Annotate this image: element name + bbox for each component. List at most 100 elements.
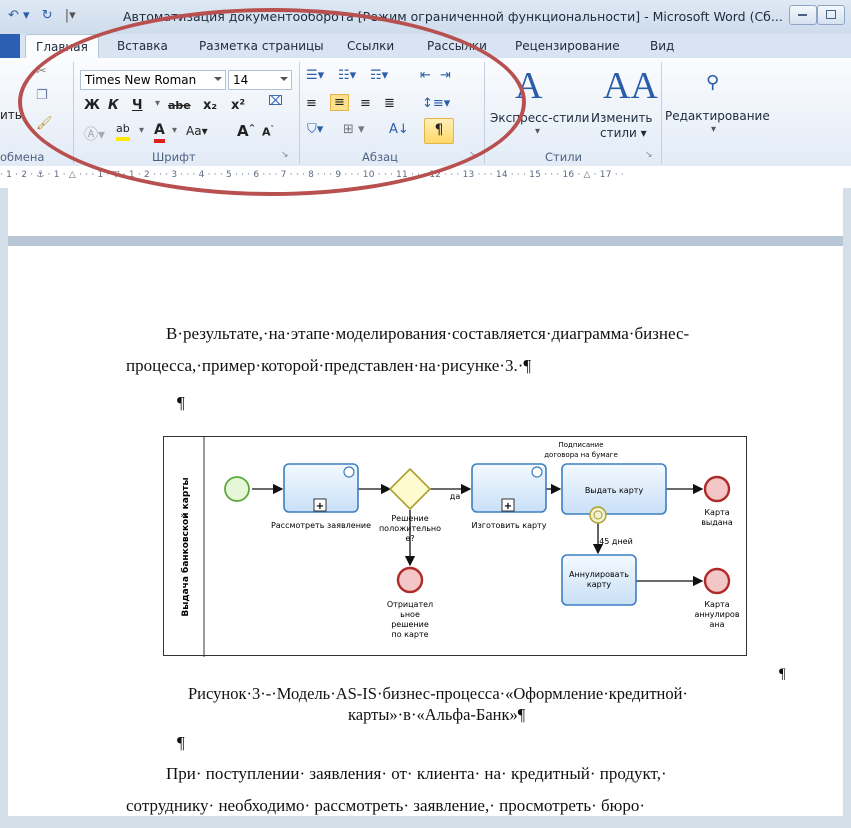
bullets-icon[interactable]: ☰▾ (306, 68, 324, 83)
end-negative-label-4: по карте (391, 630, 428, 639)
strikethrough-button[interactable]: abe (168, 99, 191, 112)
editing-dropdown-icon[interactable]: ▾ (711, 124, 716, 135)
right-paragraph-mark: ¶ (779, 666, 786, 682)
highlight-dropdown-icon[interactable]: ▾ (139, 125, 144, 136)
group-separator (73, 62, 74, 164)
paragraph-2-line-2: сотруднику· необходимо· рассмотреть· зая… (126, 796, 646, 815)
change-styles-button[interactable]: стили ▾ (600, 126, 647, 140)
decision-gateway (388, 467, 432, 511)
editing-button[interactable]: Редактирование (665, 109, 770, 123)
signing-label-2: договора на бумаге (544, 451, 618, 459)
express-styles-button[interactable]: Экспресс-стили (490, 111, 589, 125)
align-left-icon[interactable]: ≡ (306, 96, 317, 111)
end-cancelled-label-3: ана (709, 620, 724, 629)
task-cancel-label-1: Аннулировать (569, 570, 629, 579)
task-review-marker-icon (343, 466, 355, 478)
tab-references[interactable]: Ссылки (347, 39, 394, 53)
redo-icon[interactable]: ↻ (42, 8, 53, 23)
tab-page-layout[interactable]: Разметка страницы (199, 39, 324, 53)
copy-icon[interactable]: ❐ (36, 88, 48, 103)
window-title: Автоматизация документооборота [Режим ог… (123, 9, 783, 24)
paste-label[interactable]: ить (0, 108, 22, 122)
group-separator (299, 62, 300, 164)
bold-button[interactable]: Ж (84, 98, 100, 113)
tab-home[interactable]: Главная (25, 34, 99, 58)
end-issued-label-2: выдана (701, 518, 733, 527)
end-negative-label-2: ьное (400, 610, 420, 619)
sort-icon[interactable]: A↓ (389, 122, 409, 137)
tab-view[interactable]: Вид (650, 39, 674, 53)
undo-icon[interactable]: ↶ ▾ (8, 8, 30, 23)
ribbon: ✂ ❐ ить 🖌 обмена Times New Roman 14 Ж К … (0, 58, 851, 167)
shrink-font-button[interactable]: Aˇ (262, 125, 274, 139)
clear-formatting-icon[interactable]: ⌧ (268, 94, 283, 109)
group-separator (484, 62, 485, 164)
paragraph-2-line-1: При· поступлении· заявления· от· клиента… (166, 764, 667, 783)
minimize-button[interactable] (789, 5, 817, 25)
line-spacing-icon[interactable]: ↕≡▾ (422, 96, 450, 111)
title-bar: ↶ ▾ ↻ |▾ Автоматизация документооборота … (0, 0, 851, 35)
styles-dialog-launcher-icon[interactable]: ↘ (645, 150, 653, 160)
binoculars-icon[interactable]: ⚲ (706, 72, 719, 93)
caption-line-2: карты»·в·«Альфа-Банк»¶ (348, 705, 526, 724)
superscript-button[interactable]: x² (231, 98, 245, 113)
file-tab[interactable] (0, 34, 20, 58)
font-name-combo[interactable]: Times New Roman (80, 70, 226, 90)
tab-mailings[interactable]: Рассылки (427, 39, 487, 53)
decrease-indent-icon[interactable]: ⇤ (420, 68, 431, 83)
tab-review[interactable]: Рецензирование (515, 39, 620, 53)
justify-icon[interactable]: ≣ (384, 96, 395, 111)
maximize-button[interactable] (817, 5, 845, 25)
subscript-button[interactable]: x₂ (203, 98, 217, 113)
borders-icon[interactable]: ⊞ ▾ (343, 122, 365, 137)
font-size-combo[interactable]: 14 (228, 70, 292, 90)
previous-page-bottom (8, 188, 843, 236)
task-cancel-label-2: карту (587, 580, 611, 589)
chevron-down-icon (214, 77, 222, 81)
horizontal-ruler[interactable]: · 1 · 2 · ⚓ · 1 · △ · · · 1 · ▽ · 1 · 2 … (0, 166, 851, 189)
shading-icon[interactable]: ⛉▾ (307, 122, 323, 137)
numbering-icon[interactable]: ☷▾ (338, 68, 356, 83)
format-painter-icon[interactable]: 🖌 (36, 116, 53, 131)
end-event-negative (396, 566, 424, 594)
paragraph-1-line-1: В·результате,·на·этапе·моделирования·сос… (166, 324, 690, 343)
start-event (224, 476, 250, 502)
grow-font-button[interactable]: A^ (237, 122, 255, 140)
align-right-icon[interactable]: ≡ (360, 96, 371, 111)
text-effects-icon[interactable]: Ⓐ▾ (84, 124, 105, 144)
task-make-marker-icon (531, 466, 543, 478)
paragraph-dialog-launcher-icon[interactable]: ↘ (469, 150, 477, 160)
qat-customize-icon[interactable]: |▾ (65, 8, 76, 23)
font-dialog-launcher-icon[interactable]: ↘ (281, 150, 289, 160)
ribbon-tabs: Главная Вставка Разметка страницы Ссылки… (0, 34, 851, 58)
change-styles-label-1[interactable]: Изменить (591, 111, 653, 125)
font-name-value: Times New Roman (85, 73, 197, 87)
paragraph-group-label: Абзац (362, 150, 398, 164)
change-styles-icon[interactable]: AA (603, 64, 658, 108)
chevron-down-icon (280, 77, 288, 81)
status-strip (0, 816, 851, 828)
show-formatting-marks-button[interactable]: ¶ (424, 118, 454, 144)
cut-icon[interactable]: ✂ (36, 64, 47, 79)
underline-button[interactable]: Ч (132, 98, 143, 113)
express-styles-icon[interactable]: A (515, 64, 542, 108)
align-center-icon[interactable]: ≡ (330, 94, 349, 111)
increase-indent-icon[interactable]: ⇥ (440, 68, 451, 83)
bpmn-diagram: Выдача банковской карты + Рассмотреть за… (163, 436, 747, 657)
font-color-dropdown-icon[interactable]: ▾ (172, 125, 177, 136)
change-case-button[interactable]: Aa▾ (186, 124, 208, 138)
empty-paragraph-mark-2: ¶ (177, 733, 185, 752)
multilevel-list-icon[interactable]: ☶▾ (370, 68, 388, 83)
express-styles-dropdown-icon[interactable]: ▾ (535, 126, 540, 137)
timer-label: 45 дней (599, 537, 633, 546)
tab-insert[interactable]: Вставка (117, 39, 168, 53)
underline-dropdown-icon[interactable]: ▾ (155, 98, 160, 109)
paragraph-1-line-2: процесса,·пример·которой·представлен·на·… (126, 356, 532, 375)
italic-button[interactable]: К (108, 98, 119, 113)
font-size-value: 14 (233, 73, 249, 87)
font-color-icon[interactable]: A (154, 122, 165, 143)
timer-icon (589, 506, 607, 524)
change-styles-label-2: стили (600, 126, 637, 140)
highlight-icon[interactable]: ab (116, 122, 130, 141)
gateway-label-2: положительно (379, 524, 441, 533)
